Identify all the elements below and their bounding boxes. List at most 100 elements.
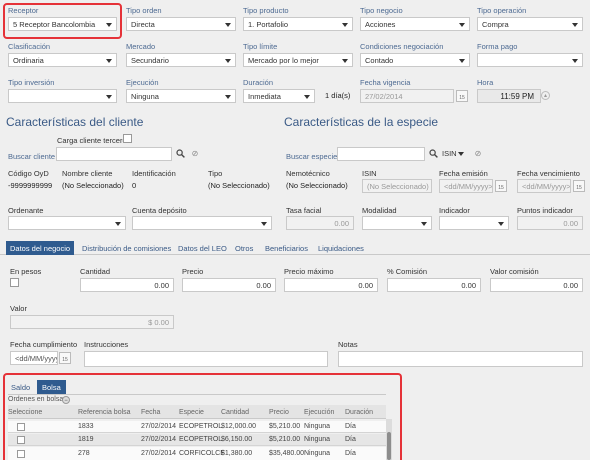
modalidad-select[interactable] [362,216,432,230]
duracion-label: Duración [243,78,274,87]
condiciones-negociacion-label: Condiciones negociación [360,42,444,51]
duracion-select[interactable]: Inmediata [243,89,315,103]
nombre-cliente-value: (No Seleccionado) [62,181,124,190]
ejecucion-select[interactable]: Ninguna [126,89,236,103]
precio-maximo-input[interactable]: 0.00 [284,278,378,292]
tab-beneficiarios[interactable]: Beneficiarios [265,241,308,255]
cell-precio: $35,480.00 [269,450,305,457]
hora-input[interactable]: 11:59 PM [477,89,541,103]
tipo-cliente-label: Tipo [208,169,223,178]
fecha-cumplimiento-calendar-icon[interactable]: 15 [59,352,71,364]
fecha-vencimiento-label: Fecha vencimiento [517,169,580,178]
fecha-vencimiento-input[interactable]: <dd/MM/yyyy> [517,179,571,193]
buscar-cliente-label: Buscar cliente [8,152,56,161]
buscar-especie-input[interactable] [337,147,425,161]
col-seleccione: Seleccione [8,409,43,416]
fecha-cumplimiento-input[interactable]: <dd/MM/yyyy> [10,351,58,365]
row-select-checkbox[interactable] [17,436,25,444]
forma-pago-label: Forma pago [477,42,518,51]
ordenante-label: Ordenante [8,206,44,215]
tab-otros[interactable]: Otros [235,241,253,255]
indicador-label: Indicador [439,206,470,215]
indicador-select[interactable] [439,216,509,230]
tipo-producto-select[interactable]: 1. Portafolio [243,17,353,31]
col-fecha[interactable]: Fecha [141,409,160,416]
tab-datos-leo[interactable]: Datos del LEO [178,241,227,255]
tipo-limite-label: Tipo límite [243,42,278,51]
cell-fecha: 27/02/2014 [141,423,177,430]
tipo-inversion-label: Tipo inversión [8,78,55,87]
valor-input[interactable]: $ 0.00 [10,315,174,329]
tipo-orden-select[interactable]: Directa [126,17,236,31]
tipo-inversion-select[interactable] [8,89,117,103]
comision-input[interactable]: 0.00 [387,278,481,292]
tab-saldo[interactable]: Saldo [11,380,30,394]
especie-clear-filter-icon[interactable]: ⊘ [473,149,483,159]
clasificacion-label: Clasificación [8,42,51,51]
fecha-emision-calendar-icon[interactable]: 15 [495,180,507,192]
row-select-checkbox[interactable] [17,450,25,458]
precio-label: Precio [182,267,204,276]
col-cantidad[interactable]: Cantidad [221,409,249,416]
ordenante-select[interactable] [8,216,126,230]
tipo-operacion-select[interactable]: Compra [477,17,583,31]
valor-comision-input[interactable]: 0.00 [490,278,583,292]
fecha-vencimiento-calendar-icon[interactable]: 15 [573,180,585,192]
col-duracion[interactable]: Duración [345,409,373,416]
clear-filter-icon[interactable]: ⊘ [190,149,200,159]
tasa-facial-input[interactable]: 0.00 [286,216,354,230]
isin-input: (No Seleccionado) [362,179,432,193]
col-referencia-bolsa[interactable]: Referencia bolsa [78,409,131,416]
buscar-cliente-input[interactable] [56,147,172,161]
puntos-indicador-label: Puntos indicador [517,206,573,215]
condiciones-negociacion-select[interactable]: Contado [360,53,470,67]
fecha-emision-input[interactable]: <dd/MM/yyyy> [439,179,493,193]
collapse-icon[interactable]: − [62,396,70,404]
bottom-tab-underline [8,394,386,395]
especie-search-icon[interactable] [428,149,438,159]
mercado-label: Mercado [126,42,156,51]
tipo-orden-label: Tipo orden [126,6,162,15]
cliente-section-title: Características del cliente [6,115,144,129]
isin-select[interactable]: ISIN [440,147,468,161]
tab-liquidaciones[interactable]: Liquidaciones [318,241,364,255]
search-icon[interactable] [175,149,185,159]
precio-input[interactable]: 0.00 [182,278,276,292]
col-ejecucion[interactable]: Ejecución [304,409,334,416]
col-especie[interactable]: Especie [179,409,204,416]
instrucciones-input[interactable] [84,351,328,367]
cell-especie: ECOPETROL [179,436,223,443]
forma-pago-select[interactable] [477,53,583,67]
clasificacion-select[interactable]: Ordinaria [8,53,117,67]
en-pesos-checkbox[interactable] [10,278,19,287]
col-precio[interactable]: Precio [269,409,289,416]
receptor-select[interactable]: 5 Receptor Bancolombia [8,17,117,31]
cell-duracion: Día [345,450,356,457]
grid-scrollbar-thumb[interactable] [387,432,391,460]
tab-distribucion-comisiones[interactable]: Distribución de comisiones [82,241,171,255]
mercado-select[interactable]: Secundario [126,53,236,67]
notas-input[interactable] [338,351,583,367]
tipo-negocio-label: Tipo negocio [360,6,403,15]
cantidad-input[interactable]: 0.00 [80,278,174,292]
cell-precio: $5,210.00 [269,436,301,443]
cell-referencia: 1819 [78,436,94,443]
hora-value: 11:59 PM [500,92,534,101]
tipo-limite-select[interactable]: Mercado por lo mejor [243,53,353,67]
tab-datos-negocio[interactable]: Datos del negocio [6,241,75,255]
receptor-label: Receptor [8,6,39,15]
carga-tercero-checkbox[interactable] [123,134,132,143]
cuenta-deposito-select[interactable] [132,216,272,230]
fecha-vigencia-calendar-icon[interactable]: 15 [456,90,468,102]
valor-comision-label: Valor comisión [490,267,539,276]
valor-label: Valor [10,304,27,313]
cell-fecha: 27/02/2014 [141,450,177,457]
fecha-vigencia-input[interactable]: 27/02/2014 [360,89,454,103]
clock-spin-icon[interactable]: ▴ [541,91,550,100]
puntos-indicador-input[interactable]: 0.00 [517,216,583,230]
fecha-vigencia-label: Fecha vigencia [360,78,411,87]
tab-bolsa[interactable]: Bolsa [37,380,66,394]
tipo-operacion-label: Tipo operación [477,6,527,15]
tipo-negocio-select[interactable]: Acciones [360,17,470,31]
row-select-checkbox[interactable] [17,423,25,431]
